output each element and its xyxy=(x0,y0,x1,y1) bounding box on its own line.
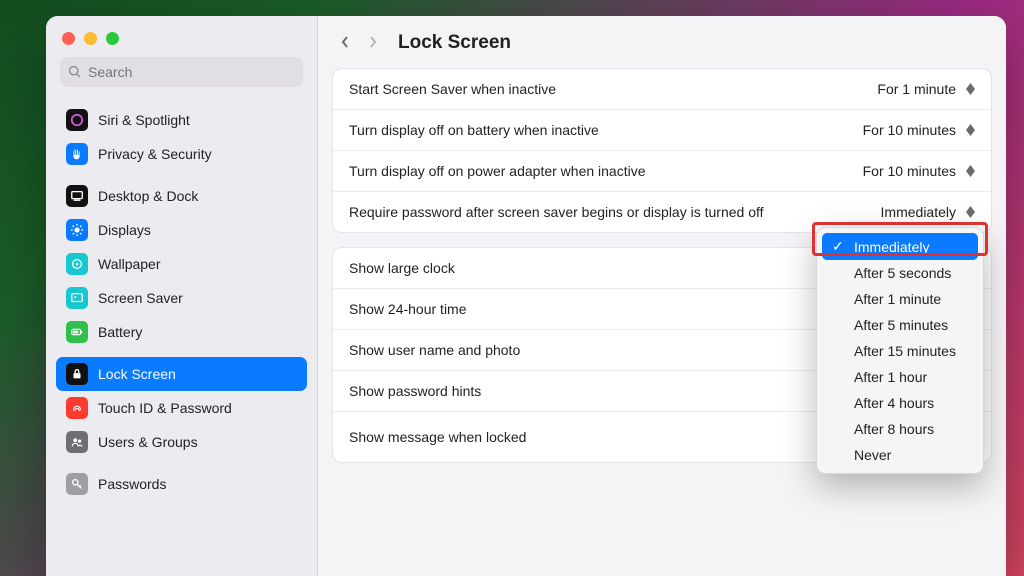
dropdown-option[interactable]: After 4 hours xyxy=(822,390,978,416)
page-title: Lock Screen xyxy=(398,32,511,54)
stepper-icon xyxy=(966,206,975,218)
select-value: For 10 minutes xyxy=(863,122,956,138)
sidebar-item-siri-spotlight[interactable]: Siri & Spotlight xyxy=(56,103,307,137)
dropdown-option-label: Immediately xyxy=(854,239,929,255)
sidebar-item-label: Displays xyxy=(98,222,151,238)
sidebar-item-privacy-security[interactable]: Privacy & Security xyxy=(56,137,307,171)
row-select[interactable]: For 10 minutes xyxy=(863,163,975,179)
hand-icon xyxy=(66,143,88,165)
dropdown-option[interactable]: Never xyxy=(822,442,978,468)
window-controls xyxy=(46,26,317,57)
key-icon xyxy=(66,473,88,495)
sidebar-item-battery[interactable]: Battery xyxy=(56,315,307,349)
sidebar-item-label: Users & Groups xyxy=(98,434,198,450)
dropdown-option-label: After 15 minutes xyxy=(854,343,956,359)
close-window-button[interactable] xyxy=(62,32,75,45)
forward-button xyxy=(368,35,378,52)
sidebar-item-lock-screen[interactable]: Lock Screen xyxy=(56,357,307,391)
sidebar-item-touch-id-password[interactable]: Touch ID & Password xyxy=(56,391,307,425)
main-pane: Lock Screen Start Screen Saver when inac… xyxy=(318,16,1006,576)
sidebar-item-desktop-dock[interactable]: Desktop & Dock xyxy=(56,179,307,213)
dropdown-option[interactable]: After 5 minutes xyxy=(822,312,978,338)
row-label: Show password hints xyxy=(349,383,481,399)
dropdown-option-label: After 5 seconds xyxy=(854,265,951,281)
sidebar-item-label: Privacy & Security xyxy=(98,146,212,162)
row-label: Turn display off on power adapter when i… xyxy=(349,163,646,179)
siri-icon xyxy=(66,109,88,131)
dock-icon xyxy=(66,185,88,207)
select-value: For 10 minutes xyxy=(863,163,956,179)
back-button[interactable] xyxy=(340,35,350,52)
dropdown-option-label: Never xyxy=(854,447,891,463)
sidebar-nav: Siri & Spotlight Privacy & Security Deskto… xyxy=(46,95,317,501)
wallpaper-icon xyxy=(66,253,88,275)
screensaver-icon xyxy=(66,287,88,309)
row-select[interactable]: Immediately xyxy=(881,204,975,220)
sun-icon xyxy=(66,219,88,241)
dropdown-option[interactable]: After 15 minutes xyxy=(822,338,978,364)
check-icon: ✓ xyxy=(832,238,846,255)
search-icon xyxy=(68,65,82,79)
select-value: Immediately xyxy=(881,204,956,220)
dropdown-option[interactable]: After 5 seconds xyxy=(822,260,978,286)
settings-window: Siri & Spotlight Privacy & Security Deskto… xyxy=(46,16,1006,576)
row-label: Show 24-hour time xyxy=(349,301,467,317)
dropdown-option-label: After 5 minutes xyxy=(854,317,948,333)
sidebar-item-label: Touch ID & Password xyxy=(98,400,232,416)
dropdown-option-label: After 1 minute xyxy=(854,291,941,307)
stepper-icon xyxy=(966,165,975,177)
sidebar-item-displays[interactable]: Displays xyxy=(56,213,307,247)
settings-row: Start Screen Saver when inactive For 1 mi… xyxy=(333,69,991,110)
fingerprint-icon xyxy=(66,397,88,419)
row-select[interactable]: For 10 minutes xyxy=(863,122,975,138)
settings-panel-1: Start Screen Saver when inactive For 1 mi… xyxy=(332,68,992,233)
row-select[interactable]: For 1 minute xyxy=(877,81,975,97)
lock-icon xyxy=(66,363,88,385)
dropdown-option[interactable]: ✓ Immediately xyxy=(822,233,978,260)
settings-row: Require password after screen saver begi… xyxy=(333,192,991,232)
stepper-icon xyxy=(966,124,975,136)
sidebar-item-label: Passwords xyxy=(98,476,166,492)
sidebar-item-label: Screen Saver xyxy=(98,290,183,306)
search-field[interactable] xyxy=(60,57,303,87)
sidebar-item-label: Lock Screen xyxy=(98,366,176,382)
row-label: Turn display off on battery when inactiv… xyxy=(349,122,599,138)
sidebar: Siri & Spotlight Privacy & Security Deskto… xyxy=(46,16,318,576)
select-value: For 1 minute xyxy=(877,81,956,97)
sidebar-item-screen-saver[interactable]: Screen Saver xyxy=(56,281,307,315)
users-icon xyxy=(66,431,88,453)
sidebar-item-wallpaper[interactable]: Wallpaper xyxy=(56,247,307,281)
dropdown-option-label: After 1 hour xyxy=(854,369,927,385)
sidebar-item-label: Siri & Spotlight xyxy=(98,112,190,128)
settings-row: Turn display off on power adapter when i… xyxy=(333,151,991,192)
sidebar-item-label: Battery xyxy=(98,324,142,340)
sidebar-item-label: Desktop & Dock xyxy=(98,188,198,204)
settings-row: Turn display off on battery when inactiv… xyxy=(333,110,991,151)
dropdown-option[interactable]: After 1 hour xyxy=(822,364,978,390)
search-input[interactable] xyxy=(88,64,295,80)
row-label: Start Screen Saver when inactive xyxy=(349,81,556,97)
row-label: Show message when locked xyxy=(349,429,526,445)
row-label: Show user name and photo xyxy=(349,342,520,358)
dropdown-option[interactable]: After 1 minute xyxy=(822,286,978,312)
sidebar-item-label: Wallpaper xyxy=(98,256,161,272)
minimize-window-button[interactable] xyxy=(84,32,97,45)
stepper-icon xyxy=(966,83,975,95)
require-password-dropdown[interactable]: ✓ Immediately After 5 seconds After 1 minut… xyxy=(816,227,984,474)
sidebar-item-passwords[interactable]: Passwords xyxy=(56,467,307,501)
dropdown-option[interactable]: After 8 hours xyxy=(822,416,978,442)
toolbar: Lock Screen xyxy=(318,16,1006,68)
sidebar-item-users-groups[interactable]: Users & Groups xyxy=(56,425,307,459)
dropdown-option-label: After 4 hours xyxy=(854,395,934,411)
battery-icon xyxy=(66,321,88,343)
row-label: Show large clock xyxy=(349,260,455,276)
dropdown-option-label: After 8 hours xyxy=(854,421,934,437)
zoom-window-button[interactable] xyxy=(106,32,119,45)
row-label: Require password after screen saver begi… xyxy=(349,204,764,220)
